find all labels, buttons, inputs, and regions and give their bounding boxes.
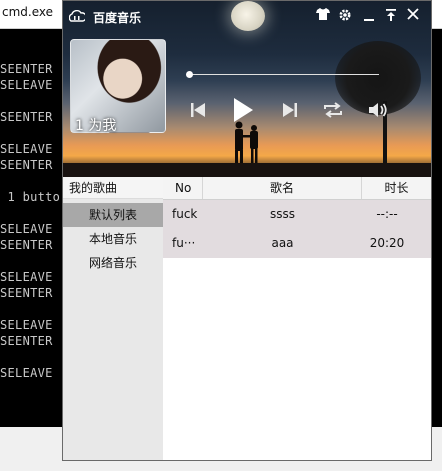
music-player-window: 百度音乐 1 为我 我的歌曲 默认列表 本地音乐 网络音乐 No 歌名 时长 f… [62,0,432,461]
app-title: 百度音乐 [93,11,142,25]
song-duration: 20:20 [369,236,405,250]
gear-icon[interactable] [337,8,353,24]
console-line: SELEAVE [0,270,53,284]
song-name: aaa [271,236,294,250]
song-name: ssss [269,207,295,221]
progress-knob[interactable] [186,71,193,78]
next-track-icon[interactable] [281,101,299,119]
console-line: SEENTER [0,62,53,76]
table-header: No 歌名 时长 [163,177,431,200]
progress-bar[interactable] [189,74,379,75]
player-header: 百度音乐 1 为我 [63,1,431,177]
pin-icon[interactable] [383,8,399,24]
column-header-duration[interactable]: 时长 [362,177,431,199]
console-line: 1 butto [0,190,61,204]
console-line: SEENTER [0,238,53,252]
play-icon[interactable] [232,97,254,123]
column-header-no[interactable]: No [163,177,203,199]
sidebar-item-local-music[interactable]: 本地音乐 [63,227,163,251]
column-header-name[interactable]: 歌名 [203,177,362,199]
console-line: SEENTER [0,334,53,348]
sidebar-item-online-music[interactable]: 网络音乐 [63,251,163,275]
console-line: SEENTER [0,110,53,124]
cmd-window-title: cmd.exe [2,5,54,19]
close-icon[interactable] [405,8,421,24]
repeat-icon[interactable] [322,101,344,119]
console-line: SELEAVE [0,142,53,156]
playlist-sidebar: 我的歌曲 默认列表 本地音乐 网络音乐 [63,177,163,460]
sidebar-header: 我的歌曲 [63,177,163,199]
console-line: SEENTER [0,158,53,172]
ground-decoration [63,163,431,177]
song-duration: --:-- [376,207,398,221]
volume-icon[interactable] [367,101,389,119]
console-line: SELEAVE [0,318,53,332]
tshirt-icon[interactable] [315,8,331,24]
previous-track-icon[interactable] [189,101,207,119]
table-row[interactable]: fu··· aaa 20:20 [163,229,431,258]
sidebar-item-default-list[interactable]: 默认列表 [63,203,163,227]
console-line: SELEAVE [0,78,53,92]
album-cover-caption: 1 为我 [75,118,117,134]
table-row[interactable]: fuck ssss --:-- [163,200,431,229]
console-line: SELEAVE [0,366,53,380]
console-line: SEENTER [0,286,53,300]
console-line: SELEAVE [0,222,53,236]
song-table: No 歌名 时长 fuck ssss --:-- fu··· aaa 20:20 [163,177,431,460]
cloud-music-icon [69,10,85,22]
minimize-icon[interactable] [361,8,377,24]
moon-decoration [231,1,265,31]
